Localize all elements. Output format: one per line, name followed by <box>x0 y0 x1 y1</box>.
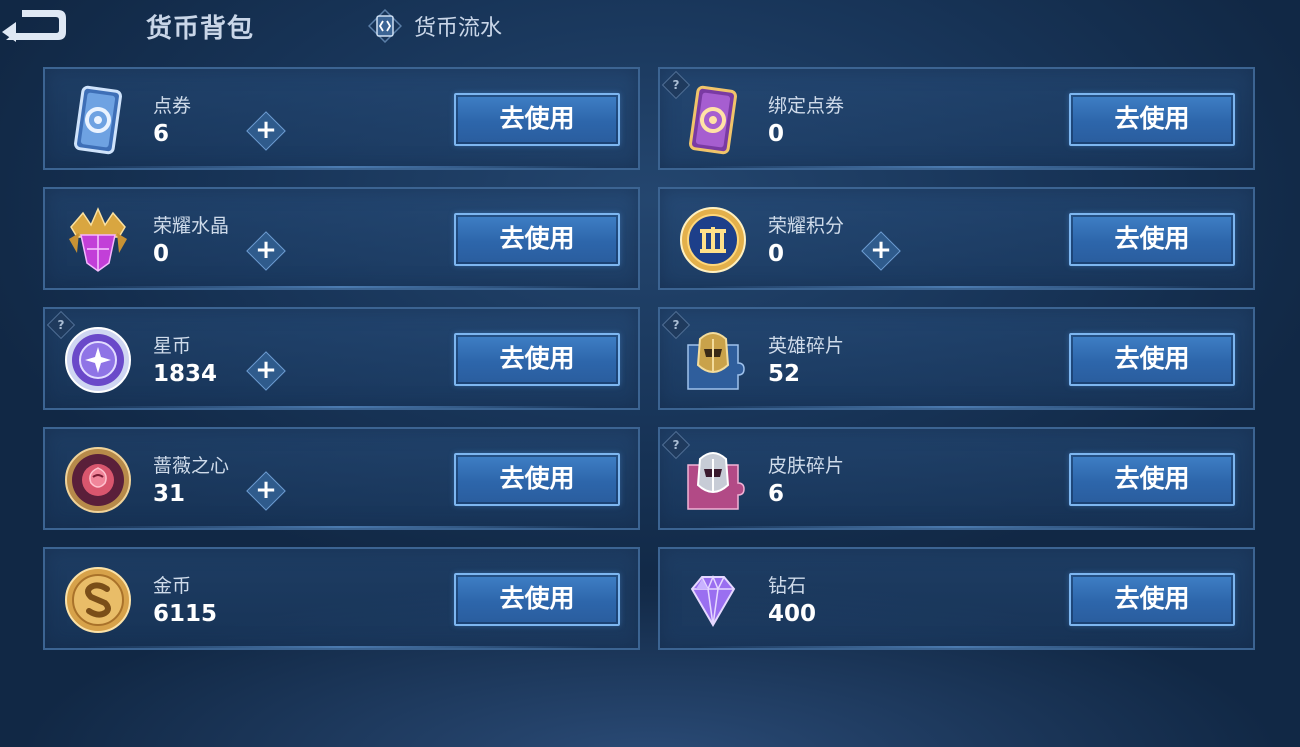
currency-card-voucher: 点券 6 + 去使用 <box>43 67 640 170</box>
currency-name: 蔷薇之心 <box>153 455 230 477</box>
glory-points-icon <box>680 207 746 273</box>
use-button[interactable]: 去使用 <box>454 333 620 386</box>
use-button[interactable]: 去使用 <box>1069 333 1235 386</box>
currency-name: 绑定点券 <box>768 95 845 117</box>
currency-name: 英雄碎片 <box>768 335 845 357</box>
currency-amount: 6 <box>153 121 170 147</box>
plus-icon: + <box>255 355 277 385</box>
top-bar: 货币背包 货币流水 <box>0 0 1300 52</box>
plus-icon: + <box>255 235 277 265</box>
skin-shard-icon <box>687 452 745 510</box>
use-button[interactable]: 去使用 <box>454 453 620 506</box>
tab-currency-ledger[interactable]: 货币流水 <box>368 8 502 44</box>
use-button[interactable]: 去使用 <box>1069 93 1235 146</box>
plus-icon: + <box>255 475 277 505</box>
currency-amount: 31 <box>153 481 186 507</box>
currency-name: 荣耀积分 <box>768 215 845 237</box>
currency-name: 点券 <box>153 95 192 117</box>
star-coin-icon <box>65 327 131 393</box>
recharge-plus-button[interactable]: + <box>246 471 286 511</box>
currency-amount: 1834 <box>153 361 218 387</box>
currency-amount: 400 <box>768 601 817 627</box>
use-button[interactable]: 去使用 <box>1069 213 1235 266</box>
recharge-plus-button[interactable]: + <box>246 111 286 151</box>
recharge-plus-button[interactable]: + <box>861 231 901 271</box>
currency-name: 钻石 <box>768 575 807 597</box>
hero-shard-icon <box>687 332 745 390</box>
currency-amount: 0 <box>768 241 785 267</box>
currency-amount: 52 <box>768 361 801 387</box>
tab-currency-ledger-label: 货币流水 <box>414 16 503 41</box>
currency-name: 荣耀水晶 <box>153 215 230 237</box>
recharge-plus-button[interactable]: + <box>246 231 286 271</box>
currency-card-glory-crystal: 荣耀水晶 0 + 去使用 <box>43 187 640 290</box>
currency-name: 皮肤碎片 <box>768 455 845 477</box>
plus-icon: + <box>870 235 892 265</box>
currency-card-gold-coin: 金币 6115 去使用 <box>43 547 640 650</box>
use-button[interactable]: 去使用 <box>454 213 620 266</box>
rose-heart-icon <box>65 447 131 513</box>
currency-card-hero-shard: ? 英雄碎片 52 去使用 <box>658 307 1255 410</box>
currency-card-skin-shard: ? 皮肤碎片 6 去使用 <box>658 427 1255 530</box>
use-button[interactable]: 去使用 <box>454 573 620 626</box>
back-arrow-icon <box>2 10 66 42</box>
currency-amount: 6 <box>768 481 785 507</box>
currency-amount: 0 <box>153 241 170 267</box>
ledger-card-icon <box>368 9 402 43</box>
currency-name: 金币 <box>153 575 192 597</box>
currency-amount: 6115 <box>153 601 218 627</box>
diamond-icon <box>690 575 736 627</box>
voucher-card-icon <box>74 85 122 155</box>
plus-icon: + <box>255 115 277 145</box>
page-title: 货币背包 <box>146 14 255 44</box>
currency-card-diamond: 钻石 400 去使用 <box>658 547 1255 650</box>
recharge-plus-button[interactable]: + <box>246 351 286 391</box>
currency-name: 星币 <box>153 335 192 357</box>
use-button[interactable]: 去使用 <box>1069 573 1235 626</box>
currency-card-rose-heart: 蔷薇之心 31 + 去使用 <box>43 427 640 530</box>
gold-coin-icon <box>65 567 131 633</box>
currency-amount: 0 <box>768 121 785 147</box>
currency-card-glory-points: 荣耀积分 0 + 去使用 <box>658 187 1255 290</box>
use-button[interactable]: 去使用 <box>454 93 620 146</box>
currency-card-star-coin: ? 星币 1834 + 去使用 <box>43 307 640 410</box>
bound-voucher-card-icon <box>689 85 737 155</box>
glory-crystal-icon <box>69 207 127 272</box>
back-button[interactable] <box>0 6 70 44</box>
currency-card-bound-voucher: ? 绑定点券 0 去使用 <box>658 67 1255 170</box>
use-button[interactable]: 去使用 <box>1069 453 1235 506</box>
